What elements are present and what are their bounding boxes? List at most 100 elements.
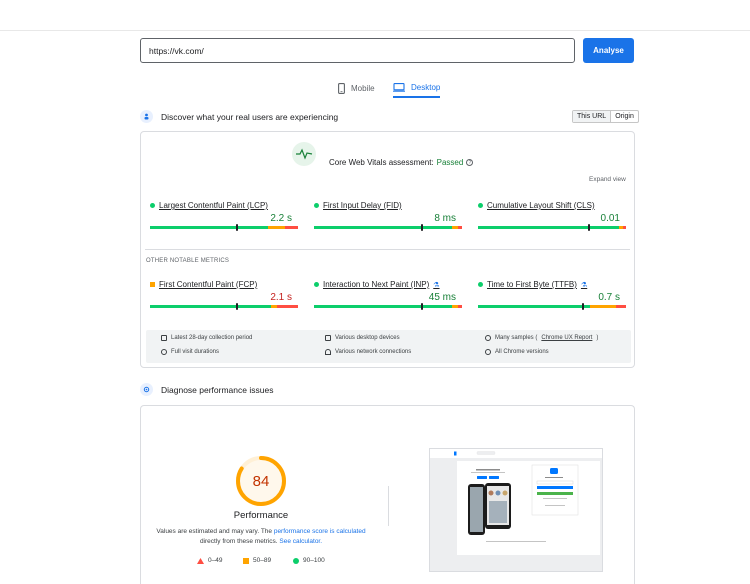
desktop-monitor-icon	[393, 82, 405, 92]
performance-gauge: 84	[234, 454, 288, 508]
lab-data-card: 84 Performance Values are estimated and …	[140, 405, 635, 584]
metric-fid-bar	[314, 224, 462, 231]
users-icon	[140, 110, 153, 123]
metric-fid-value: 8 ms	[434, 213, 456, 224]
sample-size: Many samples (Chrome UX Report)	[485, 335, 598, 341]
field-data-title: Discover what your real users are experi…	[161, 111, 339, 122]
performance-note: Values are estimated and may vary. The p…	[151, 527, 371, 547]
field-data-heading: Discover what your real users are experi…	[140, 110, 338, 123]
performance-label: Performance	[233, 510, 289, 521]
chrome-ux-report-link[interactable]: Chrome UX Report	[541, 335, 592, 341]
diagnose-title: Diagnose performance issues	[161, 384, 274, 395]
metric-lcp-value: 2.2 s	[270, 213, 292, 224]
network-connections-text: Various network connections	[335, 349, 412, 355]
legend-good-range: 90–100	[303, 557, 325, 564]
vitals-pulse-icon	[292, 142, 316, 166]
metric-inp-bar	[314, 303, 462, 310]
expand-view-link[interactable]: Expand view	[589, 176, 626, 183]
performance-note-text-1: Values are estimated and may vary. The	[156, 528, 274, 535]
metric-cls-name[interactable]: Cumulative Layout Shift (CLS)	[487, 201, 595, 210]
visit-durations-text: Full visit durations	[171, 349, 220, 355]
chrome-icon	[485, 349, 491, 355]
metric-fcp-value: 2.1 s	[270, 292, 292, 303]
metric-lcp-name[interactable]: Largest Contentful Paint (LCP)	[159, 201, 268, 210]
good-dot-icon	[314, 282, 319, 287]
lab-card-separator	[388, 486, 389, 526]
experimental-flask-icon: ⚗	[580, 281, 588, 289]
circle-good-icon	[293, 557, 299, 564]
info-icon[interactable]: ?	[466, 159, 474, 166]
square-average-icon	[243, 557, 249, 564]
legend-poor-range: 0–49	[208, 557, 223, 564]
good-dot-icon	[314, 203, 319, 208]
this-url-toggle[interactable]: This URL	[573, 111, 612, 122]
field-data-footer: Latest 28-day collection period Various …	[146, 330, 631, 363]
good-dot-icon	[478, 203, 483, 208]
cwv-assessment-label: Core Web Vitals assessment:	[329, 158, 434, 167]
page-screenshot-preview	[429, 448, 603, 572]
timer-icon	[161, 349, 167, 355]
analyse-button[interactable]: Analyse	[583, 38, 634, 63]
metric-fid: First Input Delay (FID) 8 ms	[314, 201, 462, 231]
metric-cls-bar	[478, 224, 626, 231]
device-type-text: Various desktop devices	[335, 335, 400, 341]
chrome-versions: All Chrome versions	[485, 349, 549, 355]
cwv-assessment-status: Passed	[436, 158, 464, 167]
metric-inp: Interaction to Next Paint (INP) ⚗ 45 ms	[314, 280, 462, 310]
metric-fcp: First Contentful Paint (FCP) 2.1 s	[150, 280, 298, 310]
metric-inp-value: 45 ms	[428, 292, 456, 303]
tab-desktop-label: Desktop	[411, 82, 441, 92]
header-divider	[0, 30, 750, 31]
wifi-icon	[325, 349, 331, 355]
metric-ttfb-marker	[581, 303, 584, 310]
metric-inp-marker	[420, 303, 423, 310]
collection-period-text: Latest 28-day collection period	[171, 335, 253, 341]
field-data-card: Core Web Vitals assessment: Passed ? Exp…	[140, 131, 635, 368]
tab-mobile-label: Mobile	[351, 83, 375, 93]
legend-good: 90–100	[293, 557, 325, 564]
legend-poor: 0–49	[197, 557, 222, 564]
mobile-phone-icon	[338, 82, 345, 94]
metric-ttfb-name[interactable]: Time to First Byte (TTFB)	[487, 280, 577, 289]
metric-lcp-bar	[150, 224, 298, 231]
origin-toggle[interactable]: Origin	[611, 111, 638, 122]
metric-fcp-name[interactable]: First Contentful Paint (FCP)	[159, 280, 257, 289]
metric-cls-value: 0.01	[600, 213, 620, 224]
metric-fcp-marker	[235, 303, 238, 310]
metric-cls: Cumulative Layout Shift (CLS) 0.01	[478, 201, 626, 231]
cwv-assessment: Core Web Vitals assessment: Passed ?	[329, 158, 474, 167]
metrics-divider	[145, 249, 630, 250]
visit-durations: Full visit durations	[161, 349, 219, 355]
good-dot-icon	[478, 282, 483, 287]
metric-fid-name[interactable]: First Input Delay (FID)	[323, 201, 402, 210]
tab-desktop[interactable]: Desktop	[393, 78, 441, 98]
sample-size-prefix: Many samples (	[495, 335, 538, 341]
average-square-icon	[150, 282, 155, 287]
other-metrics-label: OTHER NOTABLE METRICS	[146, 258, 230, 264]
diagnose-icon	[140, 383, 153, 396]
metric-lcp-marker	[235, 224, 238, 231]
good-dot-icon	[150, 203, 155, 208]
metric-ttfb-value: 0.7 s	[598, 292, 620, 303]
metric-ttfb-bar	[478, 303, 626, 310]
people-icon	[485, 335, 491, 341]
url-input[interactable]	[140, 38, 575, 63]
metric-cls-marker	[587, 224, 590, 231]
metric-lcp: Largest Contentful Paint (LCP) 2.2 s	[150, 201, 298, 231]
score-calculation-link[interactable]: performance score is calculated	[274, 528, 366, 535]
url-origin-toggle: This URL Origin	[572, 110, 639, 123]
performance-note-text-2: directly from these metrics.	[199, 538, 280, 545]
metric-inp-name[interactable]: Interaction to Next Paint (INP)	[323, 280, 429, 289]
calendar-icon	[161, 335, 167, 341]
triangle-poor-icon	[197, 557, 204, 564]
metric-fcp-bar	[150, 303, 298, 310]
performance-score: 84	[253, 473, 270, 490]
metric-fid-marker	[420, 224, 423, 231]
experimental-flask-icon: ⚗	[433, 281, 440, 289]
diagnose-heading: Diagnose performance issues	[140, 383, 273, 396]
legend-average-range: 50–89	[253, 557, 272, 564]
chrome-versions-text: All Chrome versions	[495, 349, 549, 355]
tab-mobile[interactable]: Mobile	[338, 78, 375, 98]
network-connections: Various network connections	[325, 349, 411, 355]
see-calculator-link[interactable]: See calculator.	[279, 538, 322, 545]
